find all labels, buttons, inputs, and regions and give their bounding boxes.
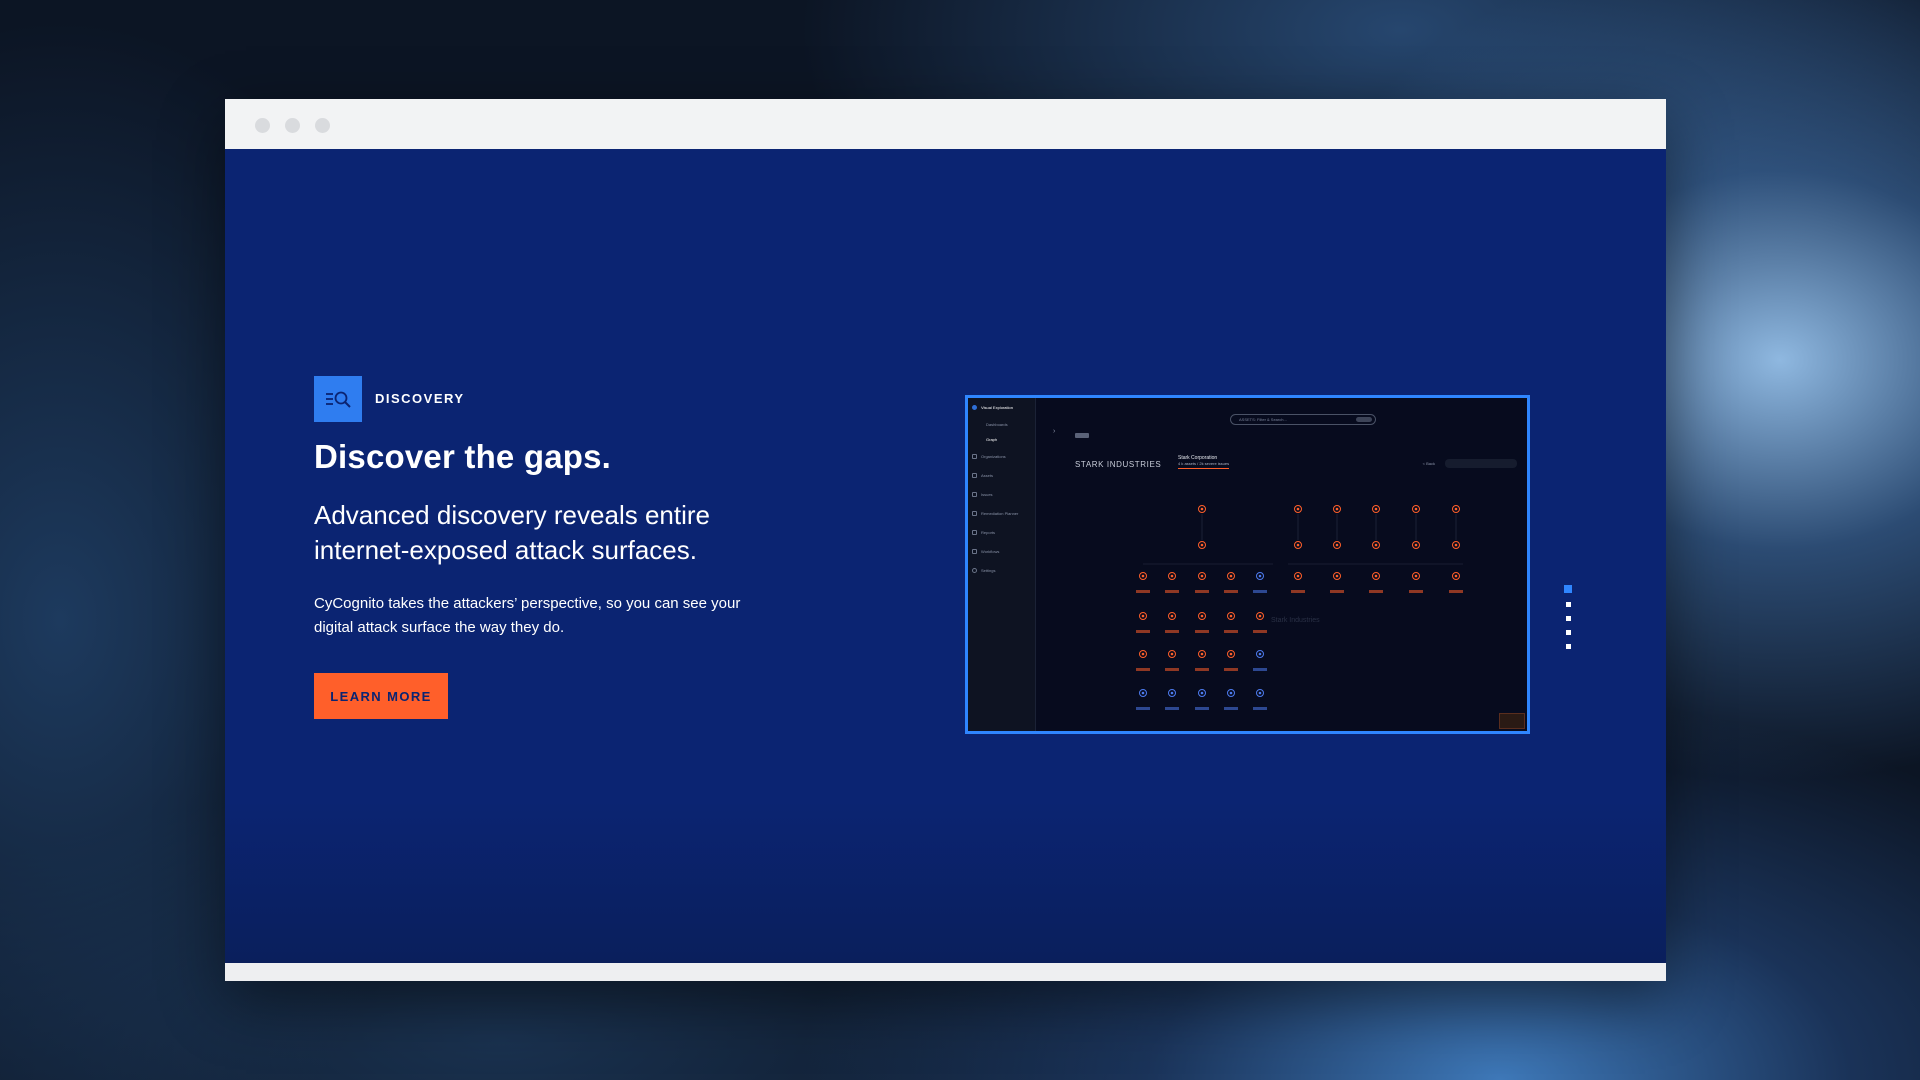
window-minimize-dot[interactable] <box>285 118 300 133</box>
graph-node[interactable] <box>1168 689 1176 697</box>
graph-node[interactable] <box>1139 650 1147 658</box>
graph-node[interactable] <box>1333 572 1341 580</box>
window-close-dot[interactable] <box>255 118 270 133</box>
section-pager <box>1564 585 1572 649</box>
node-issue-marker <box>1224 590 1238 593</box>
node-issue-marker <box>1195 707 1209 710</box>
node-issue-marker <box>1253 630 1267 633</box>
node-issue-marker <box>1136 707 1150 710</box>
pager-dot[interactable] <box>1565 602 1571 607</box>
graph-node[interactable] <box>1372 505 1380 513</box>
pager-dot[interactable] <box>1564 585 1572 593</box>
window-maximize-dot[interactable] <box>315 118 330 133</box>
graph-node[interactable] <box>1198 505 1206 513</box>
node-issue-marker <box>1224 668 1238 671</box>
pager-dot[interactable] <box>1565 616 1571 621</box>
graph-node[interactable] <box>1412 541 1420 549</box>
node-issue-marker <box>1449 590 1463 593</box>
graph-node[interactable] <box>1168 650 1176 658</box>
page-subtitle: Advanced discovery reveals entire intern… <box>314 500 710 565</box>
product-screenshot: Visual Exploration Dashboards Graph Orga… <box>965 395 1530 734</box>
graph-node[interactable] <box>1198 572 1206 580</box>
graph-node[interactable] <box>1168 572 1176 580</box>
graph-watermark: Stark Industries <box>1271 617 1320 624</box>
graph-node[interactable] <box>1198 541 1206 549</box>
graph-node[interactable] <box>1452 541 1460 549</box>
asset-graph[interactable] <box>968 398 1530 734</box>
node-issue-marker <box>1136 590 1150 593</box>
graph-minimap[interactable] <box>1499 713 1525 729</box>
graph-node[interactable] <box>1198 689 1206 697</box>
graph-node[interactable] <box>1256 689 1264 697</box>
node-issue-marker <box>1165 590 1179 593</box>
pager-dot[interactable] <box>1565 630 1571 635</box>
graph-node[interactable] <box>1139 612 1147 620</box>
browser-bottombar <box>225 963 1666 981</box>
node-issue-marker <box>1224 630 1238 633</box>
graph-node[interactable] <box>1227 689 1235 697</box>
graph-node[interactable] <box>1372 572 1380 580</box>
graph-node[interactable] <box>1139 689 1147 697</box>
graph-node[interactable] <box>1198 612 1206 620</box>
page-content: DISCOVERY Discover the gaps. Advanced di… <box>225 149 1666 963</box>
node-issue-marker <box>1409 590 1423 593</box>
node-issue-marker <box>1369 590 1383 593</box>
graph-node[interactable] <box>1294 505 1302 513</box>
graph-node[interactable] <box>1227 612 1235 620</box>
graph-node[interactable] <box>1256 572 1264 580</box>
node-issue-marker <box>1195 590 1209 593</box>
graph-node[interactable] <box>1227 650 1235 658</box>
page-title: Discover the gaps. <box>314 438 612 475</box>
node-issue-marker <box>1253 590 1267 593</box>
graph-node[interactable] <box>1139 572 1147 580</box>
node-issue-marker <box>1330 590 1344 593</box>
graph-node[interactable] <box>1294 541 1302 549</box>
node-issue-marker <box>1165 707 1179 710</box>
node-issue-marker <box>1165 668 1179 671</box>
node-issue-marker <box>1165 630 1179 633</box>
node-issue-marker <box>1224 707 1238 710</box>
section-label: DISCOVERY <box>375 391 465 406</box>
graph-node[interactable] <box>1227 572 1235 580</box>
graph-node[interactable] <box>1452 505 1460 513</box>
graph-node[interactable] <box>1333 505 1341 513</box>
page-description: CyCognito takes the attackers’ perspecti… <box>314 595 741 636</box>
node-issue-marker <box>1291 590 1305 593</box>
pager-dot[interactable] <box>1565 644 1571 649</box>
graph-node[interactable] <box>1333 541 1341 549</box>
graph-node[interactable] <box>1452 572 1460 580</box>
node-issue-marker <box>1136 630 1150 633</box>
graph-node[interactable] <box>1372 541 1380 549</box>
graph-node[interactable] <box>1168 612 1176 620</box>
graph-node[interactable] <box>1198 650 1206 658</box>
graph-node[interactable] <box>1412 572 1420 580</box>
node-issue-marker <box>1136 668 1150 671</box>
node-issue-marker <box>1253 707 1267 710</box>
node-issue-marker <box>1195 630 1209 633</box>
graph-node[interactable] <box>1294 572 1302 580</box>
graph-node[interactable] <box>1256 650 1264 658</box>
browser-titlebar <box>225 99 1666 149</box>
node-issue-marker <box>1253 668 1267 671</box>
learn-more-button[interactable]: LEARN MORE <box>314 673 448 719</box>
browser-window: DISCOVERY Discover the gaps. Advanced di… <box>225 99 1666 981</box>
graph-node[interactable] <box>1256 612 1264 620</box>
graph-node[interactable] <box>1412 505 1420 513</box>
node-issue-marker <box>1195 668 1209 671</box>
magnifier-list-icon <box>314 376 362 422</box>
